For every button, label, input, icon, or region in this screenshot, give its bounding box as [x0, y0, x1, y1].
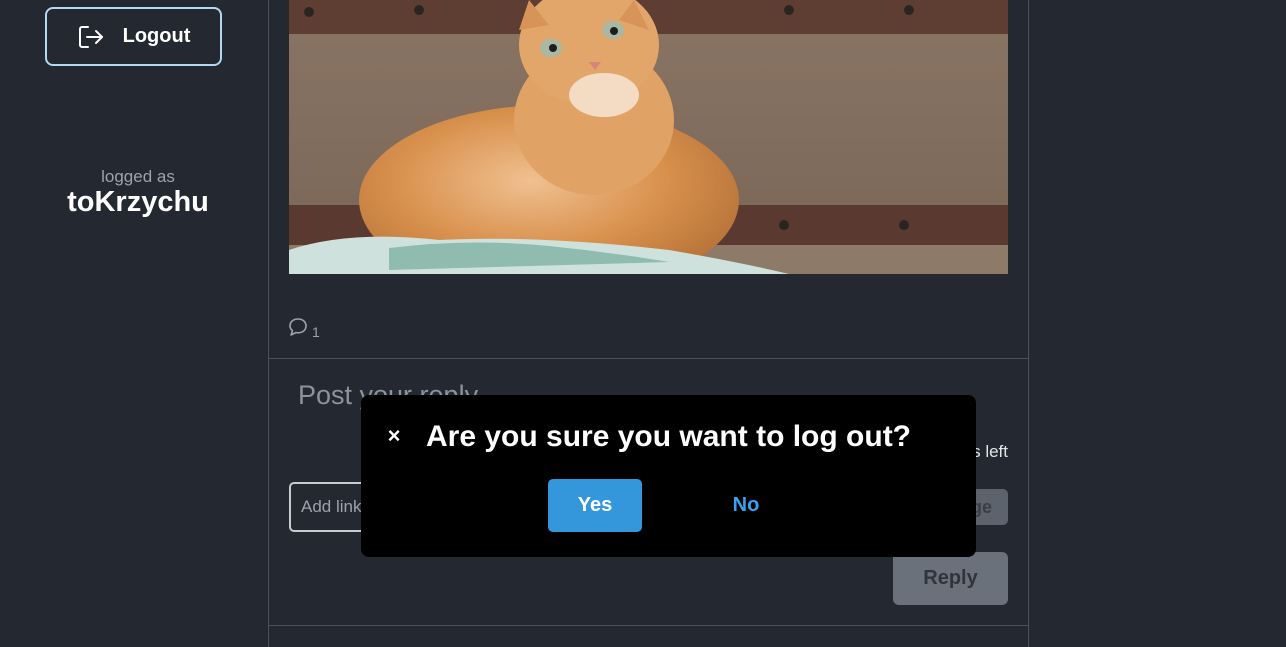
chars-left-counter: s left	[972, 442, 1008, 461]
reply-button[interactable]: Reply	[893, 552, 1008, 605]
modal-title: Are you sure you want to log out?	[426, 420, 912, 453]
feed-right-border	[1028, 0, 1029, 647]
logout-icon	[77, 23, 105, 51]
cat-photo-icon	[289, 0, 1008, 274]
logout-button[interactable]: Logout	[45, 7, 222, 66]
comment-count-value: 1	[312, 323, 320, 340]
close-icon[interactable]: ×	[383, 423, 405, 448]
speech-bubble-icon	[288, 317, 308, 340]
comment-count[interactable]: 1	[288, 317, 320, 340]
app-root: Logout logged as toKrzychu 1 Post s left…	[0, 0, 1286, 647]
post-divider	[268, 358, 1029, 359]
reply-divider	[268, 625, 1029, 626]
feed-left-border	[268, 0, 269, 647]
username: toKrzychu	[67, 186, 209, 218]
post-image[interactable]	[289, 0, 1008, 274]
confirm-yes-button[interactable]: Yes	[548, 479, 642, 532]
logged-as-label: logged as	[101, 167, 175, 186]
logout-label: Logout	[122, 25, 191, 47]
logout-confirm-modal: × Are you sure you want to log out? Yes …	[361, 395, 976, 557]
confirm-no-button[interactable]: No	[706, 479, 786, 532]
